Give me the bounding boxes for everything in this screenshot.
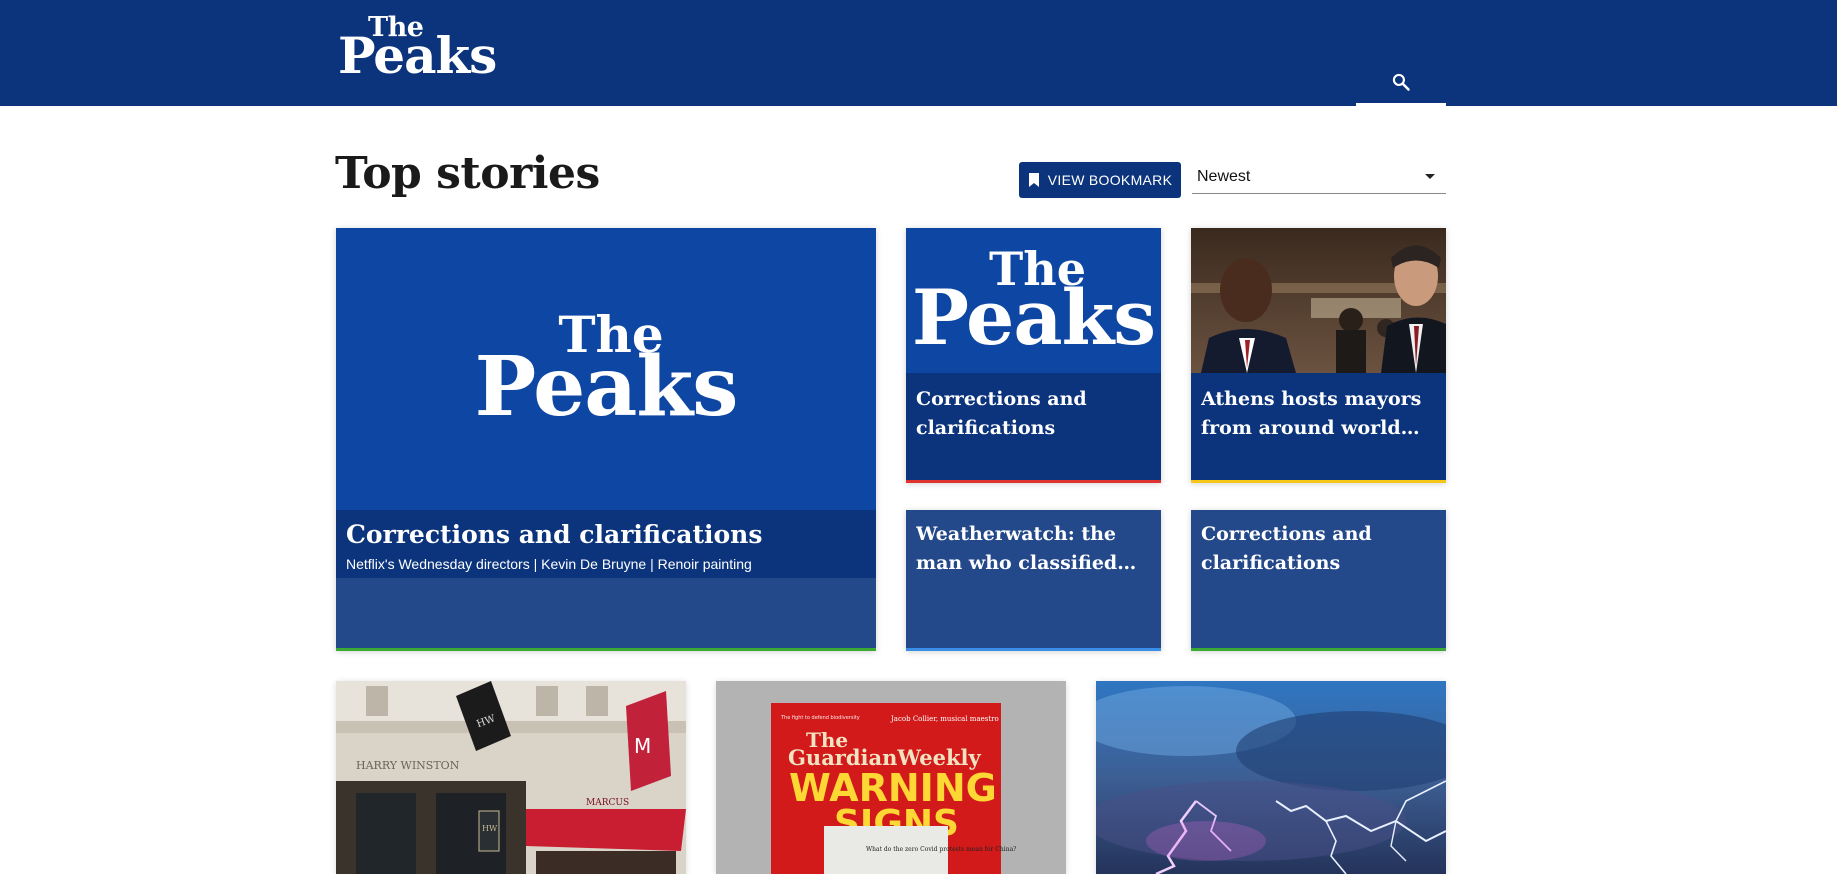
photo-harry-winston-storefront: HARRY WINSTON HW HW M MARCUS [336, 681, 686, 874]
story-card[interactable] [1096, 681, 1446, 874]
cover-kicker-left: The fight to defend biodiversity [780, 715, 860, 721]
sort-select[interactable]: Newest [1192, 160, 1446, 194]
story-card-featured[interactable]: The Peaks Corrections and clarifications… [336, 228, 876, 651]
story-card[interactable]: Weatherwatch: the man who classified the… [906, 510, 1161, 651]
search-button[interactable] [1356, 60, 1446, 106]
cover-question: What do the zero Covid protests mean for… [866, 846, 1016, 853]
photo-guardian-weekly-cover: The fight to defend biodiversity Jacob C… [716, 681, 1066, 874]
bookmark-icon [1028, 173, 1039, 187]
story-image-photo [1191, 228, 1446, 373]
sort-selected-value: Newest [1197, 167, 1251, 185]
brand-logo-peaks: Peaks [911, 272, 1156, 362]
story-image-brand: The Peaks [906, 228, 1161, 373]
section-accent-bar [336, 648, 876, 651]
story-headline[interactable]: Corrections and clarifications [346, 520, 866, 550]
view-bookmark-label: VIEW BOOKMARK [1047, 172, 1173, 188]
door-monogram: HW [482, 824, 498, 833]
story-card[interactable]: The fight to defend biodiversity Jacob C… [716, 681, 1066, 874]
page-title: Top stories [335, 148, 600, 199]
story-caption: Corrections and clarifications Netflix's… [336, 510, 876, 578]
svg-text:M: M [634, 734, 651, 758]
story-headline[interactable]: Weatherwatch: the man who classified the… [916, 520, 1151, 577]
section-accent-bar [1191, 480, 1446, 483]
section-accent-bar [906, 480, 1161, 483]
story-headline[interactable]: Corrections and clarifications [916, 385, 1151, 442]
story-caption: Corrections and clarifications [906, 373, 1161, 480]
story-caption: Athens hosts mayors from around world fo… [1191, 373, 1446, 480]
story-card[interactable]: HARRY WINSTON HW HW M MARCUS [336, 681, 686, 874]
story-image-brand: The Peaks [336, 228, 876, 510]
photo-two-men-talking [1191, 228, 1446, 373]
storefront-sign-text: HARRY WINSTON [356, 759, 460, 772]
photo-lightning-storm [1096, 681, 1446, 874]
view-bookmark-button[interactable]: VIEW BOOKMARK [1019, 162, 1181, 198]
story-subheadline: Netflix's Wednesday directors | Kevin De… [346, 556, 752, 572]
story-headline[interactable]: Corrections and clarifications [1201, 520, 1436, 577]
section-accent-bar [1191, 648, 1446, 651]
cover-kicker-right: Jacob Collier, musical maestro [890, 715, 999, 723]
awning-text: MARCUS [586, 798, 629, 808]
site-header: The Peaks [0, 0, 1837, 106]
story-card[interactable]: Corrections and clarifications [1191, 510, 1446, 651]
brand-logo-image: The Peaks [474, 310, 739, 435]
search-icon [1392, 73, 1410, 91]
brand-logo-image: The Peaks [911, 246, 1156, 362]
story-caption: Weatherwatch: the man who classified the… [906, 510, 1161, 648]
section-accent-bar [906, 648, 1161, 651]
caret-down-icon [1425, 173, 1435, 179]
story-image-photo [1096, 681, 1446, 874]
story-image-photo: The fight to defend biodiversity Jacob C… [716, 681, 1066, 874]
story-image-photo: HARRY WINSTON HW HW M MARCUS [336, 681, 686, 874]
story-card[interactable]: Athens hosts mayors from around world fo… [1191, 228, 1446, 483]
logo-peaks-text: Peaks [338, 26, 497, 85]
story-card[interactable]: The Peaks Corrections and clarifications [906, 228, 1161, 483]
story-caption: Corrections and clarifications [1191, 510, 1446, 648]
site-logo[interactable]: The Peaks [338, 14, 497, 85]
story-headline[interactable]: Athens hosts mayors from around world fo… [1201, 385, 1436, 442]
brand-logo-peaks: Peaks [474, 339, 739, 435]
